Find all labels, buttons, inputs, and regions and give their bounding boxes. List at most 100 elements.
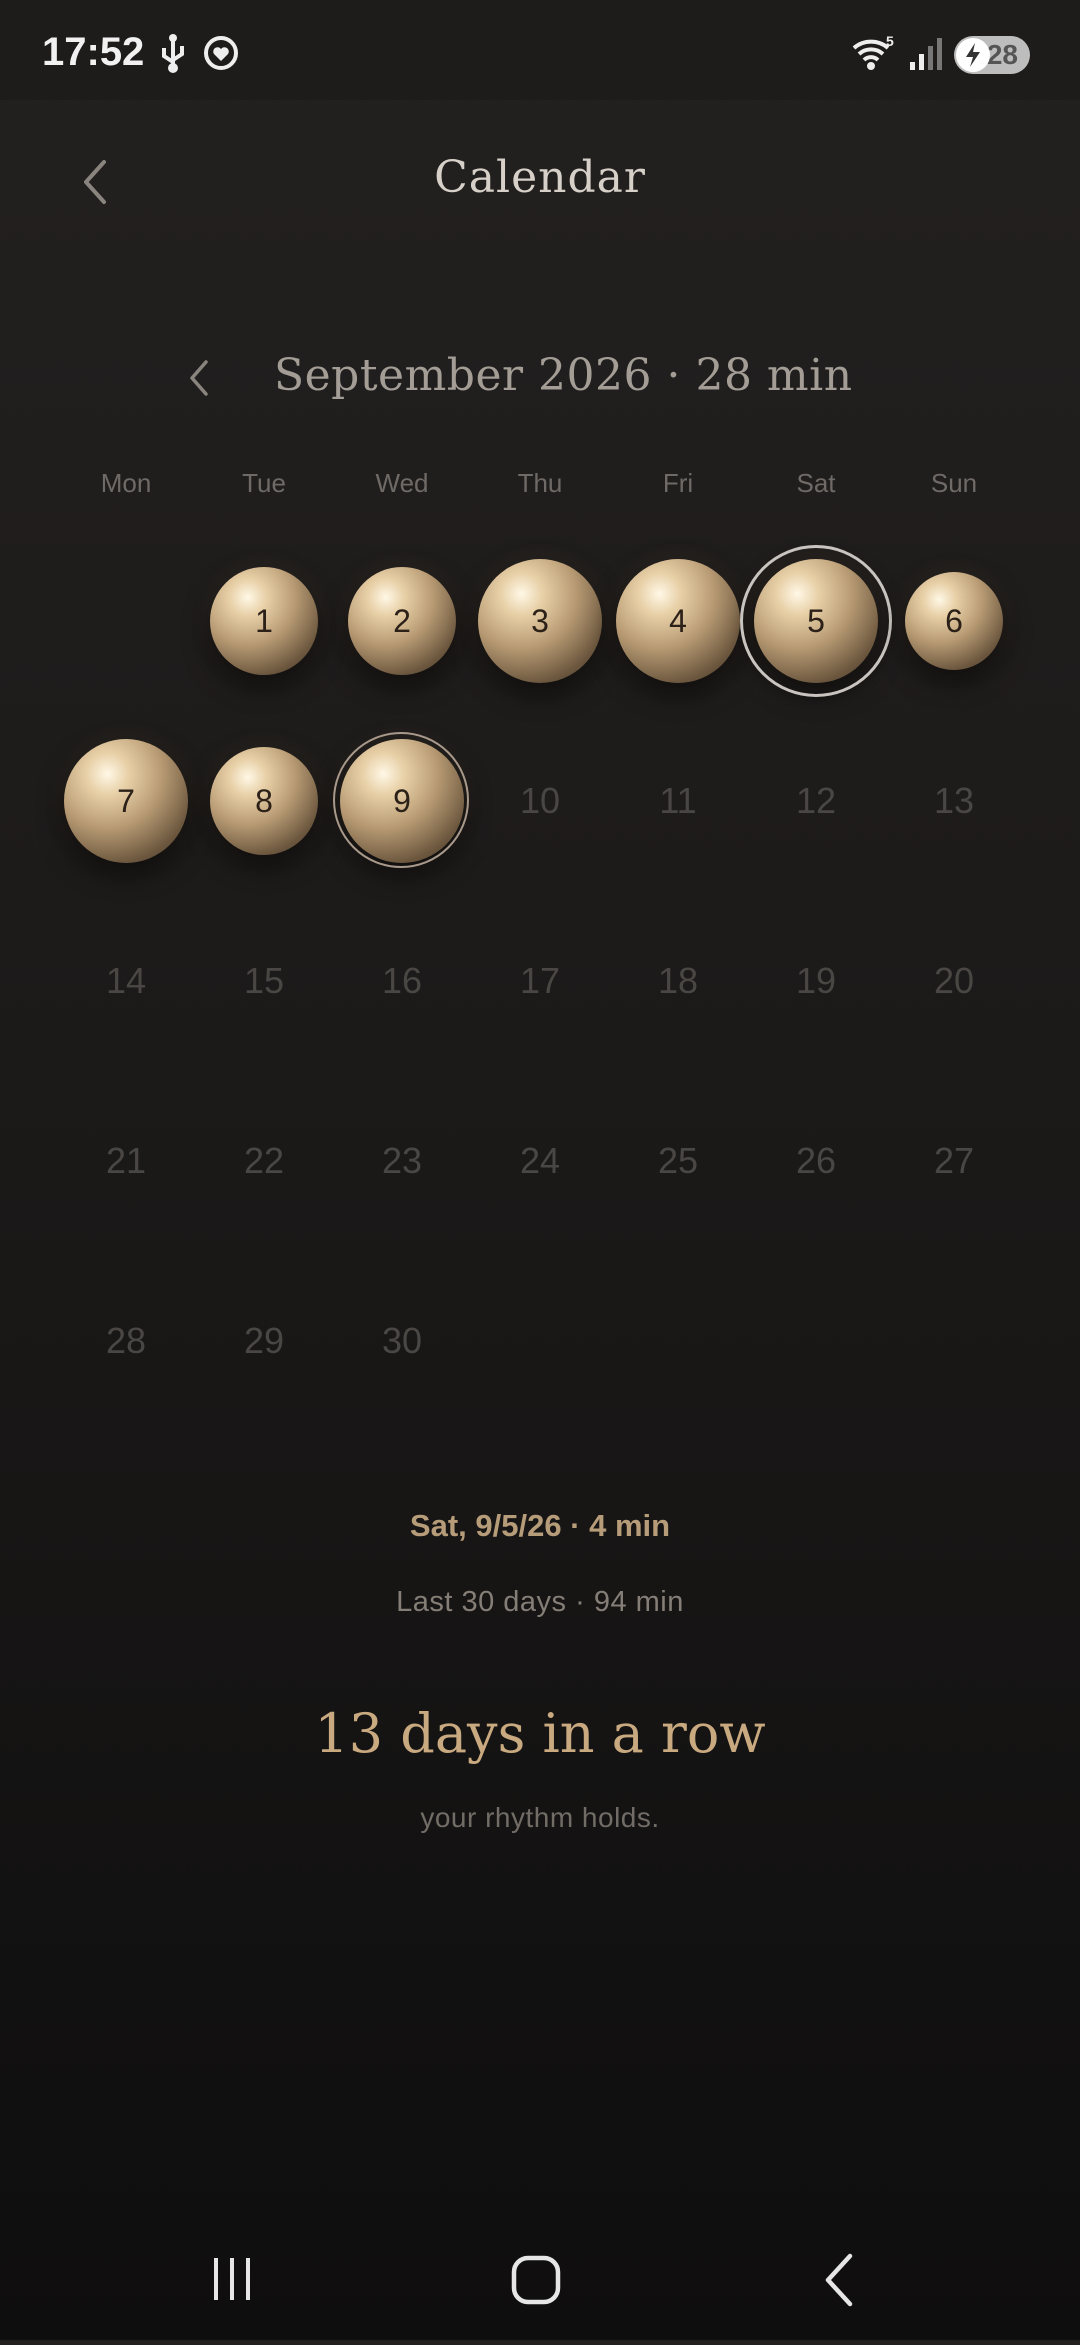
- day-pearl: 1: [210, 567, 318, 675]
- day-number: 19: [795, 960, 837, 1001]
- day-number: 28: [105, 1320, 147, 1361]
- calendar-day-2[interactable]: 2: [333, 552, 471, 690]
- wifi-icon: 5: [852, 34, 894, 70]
- day-number: 14: [105, 960, 147, 1001]
- calendar-day-13[interactable]: 13: [885, 732, 1023, 870]
- network-badge: 5: [886, 34, 894, 49]
- day-pearl: 4: [616, 559, 740, 683]
- weekday-header: Mon Tue Wed Thu Fri Sat Sun: [57, 468, 1023, 499]
- day-number: 26: [795, 1140, 837, 1181]
- recents-button[interactable]: [172, 2220, 292, 2340]
- day-number: 27: [933, 1140, 975, 1181]
- day-number: 18: [657, 960, 699, 1001]
- calendar-day-1[interactable]: 1: [195, 552, 333, 690]
- day-pearl: 8: [210, 747, 318, 855]
- calendar-day-11[interactable]: 11: [609, 732, 747, 870]
- day-number: 25: [657, 1140, 699, 1181]
- day-number: 10: [519, 780, 561, 821]
- calendar-day-16[interactable]: 16: [333, 912, 471, 1050]
- calendar-day-3[interactable]: 3: [471, 552, 609, 690]
- day-number: 13: [933, 780, 975, 821]
- day-pearl: 3: [478, 559, 602, 683]
- day-number: 5: [807, 602, 825, 639]
- system-back-button[interactable]: [780, 2220, 900, 2340]
- home-icon: [511, 2255, 561, 2305]
- streak-text: 13 days in a row: [314, 1702, 766, 1765]
- calendar-day-21[interactable]: 21: [57, 1092, 195, 1230]
- calendar-day-20[interactable]: 20: [885, 912, 1023, 1050]
- calendar-day-27[interactable]: 27: [885, 1092, 1023, 1230]
- day-number: 2: [393, 602, 411, 639]
- day-number: 6: [945, 602, 963, 639]
- weekday-label: Thu: [517, 468, 563, 498]
- day-number: 16: [381, 960, 423, 1001]
- day-number: 4: [669, 602, 687, 639]
- selected-day-summary: Sat, 9/5/26 · 4 min: [409, 1508, 671, 1543]
- day-number: 3: [531, 602, 549, 639]
- back-icon: [825, 2253, 853, 2307]
- day-number: 17: [519, 960, 561, 1001]
- calendar-day-10[interactable]: 10: [471, 732, 609, 870]
- weekday-label: Tue: [242, 468, 286, 498]
- day-number: 23: [381, 1140, 423, 1181]
- calendar-day-28[interactable]: 28: [57, 1272, 195, 1410]
- battery-charging-icon: 28: [954, 36, 1030, 74]
- day-number: 11: [659, 780, 697, 821]
- weekday-label: Wed: [375, 468, 429, 498]
- day-number: 8: [255, 782, 273, 819]
- day-pearl: 5: [754, 559, 878, 683]
- day-number: 30: [381, 1320, 423, 1361]
- recents-icon: [214, 2258, 250, 2300]
- calendar-day-4[interactable]: 4: [609, 552, 747, 690]
- weekday-label: Mon: [100, 468, 152, 498]
- calendar-day-22[interactable]: 22: [195, 1092, 333, 1230]
- system-navigation-bar: [0, 2220, 1080, 2340]
- calendar-day-17[interactable]: 17: [471, 912, 609, 1050]
- streak-tagline: your rhythm holds.: [420, 1802, 660, 1833]
- calendar-day-30[interactable]: 30: [333, 1272, 471, 1410]
- weekday-label: Sat: [796, 468, 836, 498]
- day-pearl: 2: [348, 567, 456, 675]
- month-label: September 2026 · 28 min: [274, 350, 853, 401]
- status-time: 17:52: [42, 30, 145, 74]
- signal-icon: [910, 38, 942, 70]
- calendar-day-14[interactable]: 14: [57, 912, 195, 1050]
- weekday-label: Fri: [662, 468, 694, 498]
- calendar-day-23[interactable]: 23: [333, 1092, 471, 1230]
- day-number: 1: [255, 602, 273, 639]
- day-number: 7: [117, 782, 135, 819]
- calendar-day-7[interactable]: 7: [57, 732, 195, 870]
- day-number: 15: [243, 960, 285, 1001]
- day-number: 12: [795, 780, 837, 821]
- chevron-left-icon: [190, 360, 208, 396]
- day-pearl: 9: [340, 739, 464, 863]
- day-number: 24: [519, 1140, 561, 1181]
- heart-circle-icon: [204, 36, 238, 70]
- day-pearl: 7: [64, 739, 188, 863]
- calendar-day-26[interactable]: 26: [747, 1092, 885, 1230]
- calendar-day-18[interactable]: 18: [609, 912, 747, 1050]
- home-button[interactable]: [476, 2220, 596, 2340]
- calendar-day-5[interactable]: 5: [740, 545, 892, 697]
- calendar-day-12[interactable]: 12: [747, 732, 885, 870]
- day-number: 20: [933, 960, 975, 1001]
- day-pearl: 6: [905, 572, 1003, 670]
- calendar-day-19[interactable]: 19: [747, 912, 885, 1050]
- calendar-day-8[interactable]: 8: [195, 732, 333, 870]
- calendar-day-29[interactable]: 29: [195, 1272, 333, 1410]
- last-30-days-summary: Last 30 days · 94 min: [396, 1586, 684, 1618]
- day-number: 9: [393, 782, 411, 819]
- calendar-day-25[interactable]: 25: [609, 1092, 747, 1230]
- status-bar: 17:52 5 28: [0, 0, 1080, 100]
- calendar-day-15[interactable]: 15: [195, 912, 333, 1050]
- page-title: Calendar: [434, 152, 646, 203]
- usb-icon: [162, 34, 184, 73]
- calendar-day-9[interactable]: 9: [333, 732, 471, 870]
- weekday-label: Sun: [930, 468, 978, 498]
- calendar-day-6[interactable]: 6: [885, 552, 1023, 690]
- previous-month-button[interactable]: [182, 352, 216, 404]
- day-number: 29: [243, 1320, 285, 1361]
- day-number: 22: [243, 1140, 285, 1181]
- calendar-day-24[interactable]: 24: [471, 1092, 609, 1230]
- day-number: 21: [105, 1140, 147, 1181]
